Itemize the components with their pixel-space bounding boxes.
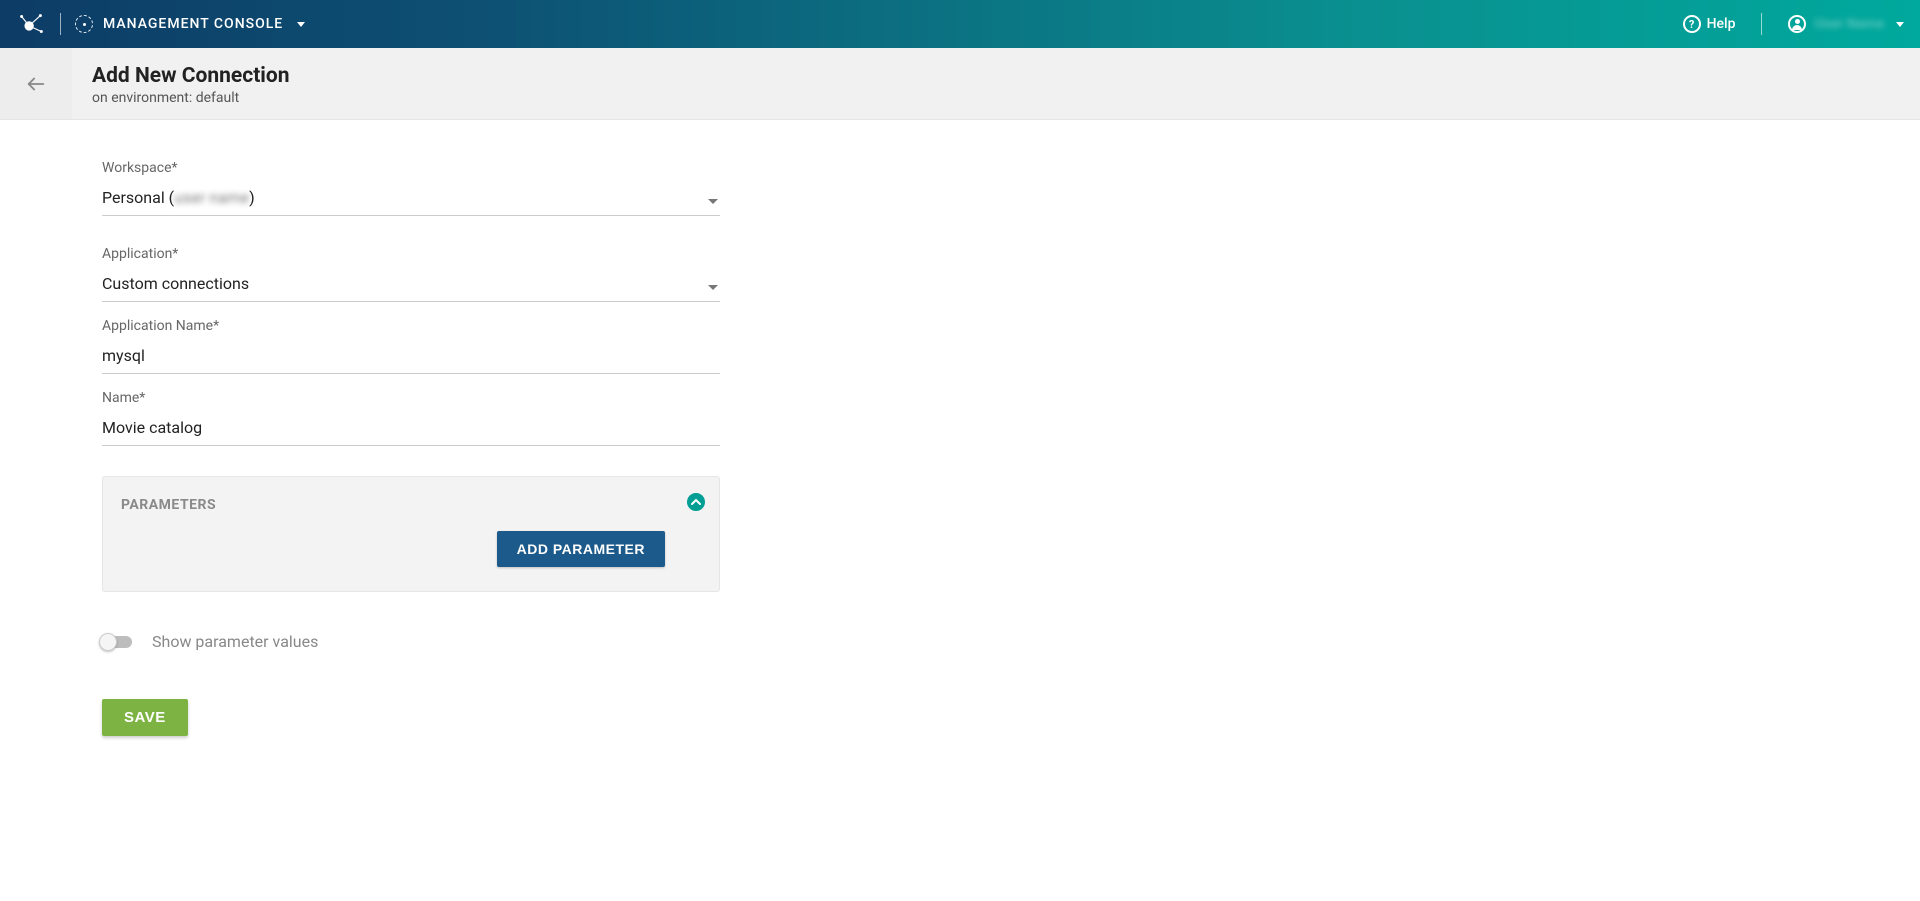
divider — [1761, 13, 1762, 35]
chevron-down-icon — [297, 22, 305, 27]
chevron-down-icon — [1896, 22, 1904, 27]
connection-form: Workspace* Personal (user name) Applicat… — [102, 160, 720, 736]
show-parameter-values-toggle[interactable] — [102, 636, 132, 648]
application-select[interactable]: Custom connections — [102, 268, 720, 302]
chevron-up-icon — [691, 497, 701, 507]
user-name: User Name — [1814, 16, 1884, 32]
logo-icon — [16, 9, 46, 39]
target-icon — [75, 15, 93, 33]
help-icon: ? — [1683, 15, 1701, 33]
show-parameter-values-label: Show parameter values — [152, 632, 318, 651]
help-link[interactable]: ? Help — [1683, 15, 1736, 33]
save-button[interactable]: SAVE — [102, 699, 188, 736]
user-menu[interactable]: User Name — [1788, 15, 1904, 33]
arrow-left-icon — [25, 73, 47, 95]
page-subtitle: on environment: default — [92, 90, 289, 106]
user-icon — [1788, 15, 1806, 33]
page-title: Add New Connection — [92, 64, 289, 88]
topbar: MANAGEMENT CONSOLE ? Help User Name — [0, 0, 1920, 48]
app-title: MANAGEMENT CONSOLE — [103, 16, 283, 32]
name-label: Name* — [102, 390, 720, 406]
add-parameter-button[interactable]: ADD PARAMETER — [497, 531, 665, 567]
application-name-label: Application Name* — [102, 318, 720, 334]
app-switcher[interactable]: MANAGEMENT CONSOLE — [75, 15, 305, 33]
workspace-label: Workspace* — [102, 160, 720, 176]
name-input[interactable] — [102, 412, 720, 446]
help-label: Help — [1707, 16, 1736, 32]
back-button[interactable] — [0, 48, 72, 119]
parameters-title: PARAMETERS — [121, 497, 701, 513]
application-name-input[interactable] — [102, 340, 720, 374]
parameters-panel: PARAMETERS ADD PARAMETER — [102, 476, 720, 592]
workspace-select[interactable]: Personal (user name) — [102, 182, 720, 216]
toggle-knob — [99, 633, 117, 651]
collapse-button[interactable] — [687, 493, 705, 511]
product-logo[interactable] — [16, 9, 46, 39]
divider — [60, 13, 61, 35]
page-header: Add New Connection on environment: defau… — [0, 48, 1920, 120]
application-label: Application* — [102, 246, 720, 262]
